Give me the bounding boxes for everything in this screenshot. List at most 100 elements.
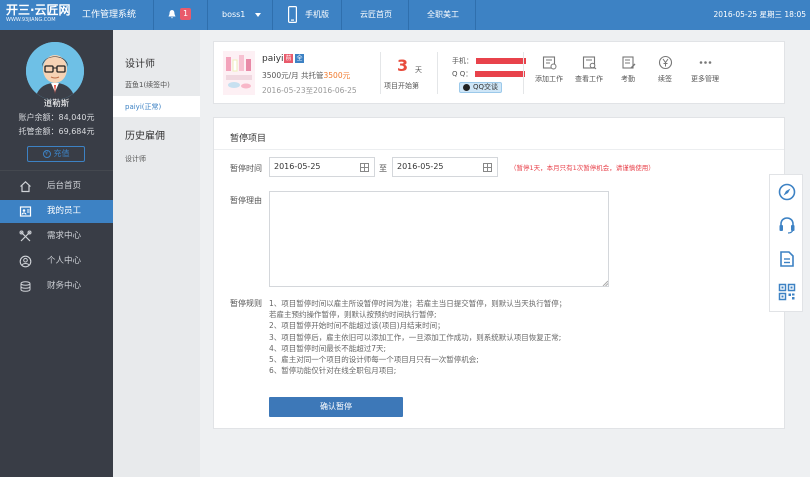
renew-icon xyxy=(658,55,672,70)
avatar-illustration xyxy=(26,42,84,100)
rule-item: 1、项目暂停时间以雇主所设暂停时间为准；若雇主当日提交暂停，则默认当天执行暂停； xyxy=(269,299,567,308)
divider xyxy=(153,0,154,30)
pause-rules-label: 暂停规则 xyxy=(230,299,262,308)
view-work-action[interactable]: 查看工作 xyxy=(569,55,609,84)
project-days-unit: 天 xyxy=(415,66,422,74)
action-label: 更多管理 xyxy=(691,75,719,83)
redacted-phone xyxy=(476,58,526,64)
phone-label: 手机： xyxy=(452,57,473,65)
headset-icon[interactable] xyxy=(778,216,796,234)
divider xyxy=(272,0,273,30)
rule-item: 2、项目暂停开始时间不能超过该(项目)月结束时间； xyxy=(269,321,445,331)
start-date-value: 2016-05-25 xyxy=(274,162,321,171)
more-management-action[interactable]: 更多管理 xyxy=(685,55,725,84)
escrow-total: 3500元 xyxy=(323,71,351,80)
qq-row: Q Q： xyxy=(452,69,526,79)
subnav-item-lanyu[interactable]: 蓝鱼1(续签中) xyxy=(125,80,170,90)
pause-reason-textarea[interactable] xyxy=(269,191,609,287)
pause-reason-label: 暂停理由 xyxy=(230,196,262,205)
account-balance: 账户余额：84,040元 xyxy=(18,113,95,122)
add-work-icon xyxy=(542,56,556,70)
notification-badge[interactable]: 1 xyxy=(180,8,191,20)
rule-item: 3、项目暂停后，雇主依旧可以添加工作，一旦添加工作成功，则系统默认项目恢复正常; xyxy=(269,332,562,342)
attendance-icon xyxy=(621,56,635,69)
add-work-action[interactable]: 添加工作 xyxy=(529,55,569,84)
action-label: 查看工作 xyxy=(575,75,603,83)
nav-fulltime-designer[interactable]: 全职美工 xyxy=(427,0,459,30)
sidebar-item-label: 后台首页 xyxy=(47,181,82,191)
finance-icon xyxy=(20,281,31,292)
calendar-icon[interactable] xyxy=(483,163,492,172)
divider xyxy=(523,52,524,94)
project-days-number: 3 xyxy=(397,56,409,75)
home-icon xyxy=(20,180,31,193)
to-label: 至 xyxy=(379,164,387,173)
price-prefix: 3500元/月 共托管 xyxy=(262,71,324,80)
confirm-pause-button[interactable]: 确认暂停 xyxy=(269,397,403,417)
qq-icon xyxy=(463,84,470,91)
divider xyxy=(437,52,438,94)
top-bar: 开三·云匠网 WWW.93JIANG.COM 工作管理系统 1 boss1 手机… xyxy=(0,0,810,30)
more-icon xyxy=(699,61,711,64)
logo-subtext: WWW.93JIANG.COM xyxy=(6,17,56,23)
nav-yunjiang-home[interactable]: 云匠首页 xyxy=(360,0,392,30)
chevron-down-icon[interactable] xyxy=(255,13,261,17)
subnav-group-designers: 设计师 xyxy=(125,59,155,70)
qrcode-icon[interactable] xyxy=(778,283,796,301)
mobile-icon[interactable] xyxy=(288,6,297,23)
demand-icon xyxy=(19,230,32,242)
project-card: paiyi 前 全 3500元/月 共托管3500元 2016-05-23至20… xyxy=(213,41,785,104)
project-days-label: 项目开始第 xyxy=(384,82,419,90)
divider xyxy=(475,0,476,30)
qq-chat-button[interactable]: QQ交谈 xyxy=(459,82,502,93)
subnav-group-history: 历史雇佣 xyxy=(125,131,165,142)
project-name: paiyi xyxy=(262,54,284,64)
resize-handle-icon[interactable] xyxy=(602,280,608,286)
rule-item: 若雇主预约操作暂停，则默认按预约时间执行暂停; xyxy=(269,310,437,320)
sidebar-item-demand-center[interactable]: 需求中心 xyxy=(0,225,113,248)
logo[interactable]: 开三·云匠网 WWW.93JIANG.COM xyxy=(6,3,74,27)
qq-chat-label: QQ交谈 xyxy=(473,83,499,91)
compass-icon[interactable] xyxy=(778,183,796,201)
action-label: 添加工作 xyxy=(535,75,563,83)
qq-label: Q Q： xyxy=(452,70,473,78)
subnav-item-paiyi[interactable]: paiyi(正常) xyxy=(125,102,161,112)
edit-note-icon[interactable] xyxy=(778,250,796,268)
recharge-button[interactable]: ¥ 充值 xyxy=(27,146,85,162)
pause-note: （暂停1天，本月只有1次暂停机会，请谨慎使用） xyxy=(510,164,655,172)
divider xyxy=(207,0,208,30)
sidebar-item-label: 我的员工 xyxy=(47,206,82,216)
project-price: 3500元/月 共托管3500元 xyxy=(262,70,350,81)
user-menu[interactable]: boss1 xyxy=(222,0,245,30)
sidebar-item-label: 财务中心 xyxy=(47,281,82,291)
attendance-action[interactable]: 考勤 xyxy=(608,55,648,84)
calendar-icon[interactable] xyxy=(360,163,369,172)
sidebar-item-my-employees[interactable]: 我的员工 xyxy=(0,200,113,223)
pause-project-panel: 暂停项目 暂停时间 2016-05-25 至 2016-05-25 （暂停1天，… xyxy=(213,117,785,429)
divider xyxy=(0,170,113,171)
renew-action[interactable]: 续签 xyxy=(645,55,685,84)
avatar[interactable] xyxy=(26,42,84,100)
redacted-qq xyxy=(475,71,526,77)
sidebar-item-personal-center[interactable]: 个人中心 xyxy=(0,250,113,273)
end-date-value: 2016-05-25 xyxy=(397,162,444,171)
product-image xyxy=(223,51,255,95)
sidebar-item-finance-center[interactable]: 财务中心 xyxy=(0,275,113,298)
system-name: 工作管理系统 xyxy=(82,10,137,20)
action-label: 考勤 xyxy=(621,75,635,83)
pause-end-date-input[interactable]: 2016-05-25 xyxy=(392,157,498,177)
user-icon xyxy=(19,255,32,268)
nav-mobile[interactable]: 手机版 xyxy=(305,0,329,30)
floating-toolbar xyxy=(769,174,803,312)
project-thumbnail[interactable] xyxy=(223,51,255,95)
pause-start-date-input[interactable]: 2016-05-25 xyxy=(269,157,375,177)
project-tag: 全 xyxy=(295,54,304,63)
sidebar-item-label: 个人中心 xyxy=(47,256,82,266)
sidebar-item-home[interactable]: 后台首页 xyxy=(0,175,113,198)
recharge-label: 充值 xyxy=(53,149,70,158)
escrow-amount: 托管金额：69,684元 xyxy=(18,127,95,136)
bell-icon[interactable] xyxy=(167,9,177,19)
action-label: 续签 xyxy=(658,75,672,83)
rule-item: 4、项目暂停时间最长不能超过7天; xyxy=(269,343,387,353)
subnav-item-history-designer[interactable]: 设计师 xyxy=(125,154,146,164)
